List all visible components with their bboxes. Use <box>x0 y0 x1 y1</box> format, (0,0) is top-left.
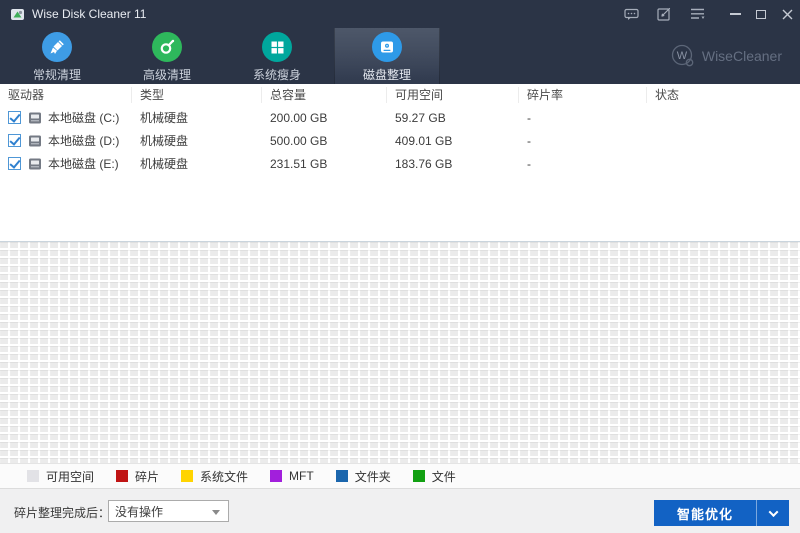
footer-bar: 碎片整理完成后： 没有操作 智能优化 <box>0 488 800 533</box>
defrag-block-map <box>0 241 800 463</box>
legend-item: 碎片 <box>116 468 159 485</box>
drive-table: 驱动器 类型 总容量 可用空间 碎片率 状态 本地磁盘 (C:) 机械硬盘 20… <box>0 84 800 241</box>
smart-optimize-dropdown[interactable] <box>756 500 789 526</box>
col-frag: 碎片率 <box>519 87 647 103</box>
col-status: 状态 <box>655 88 680 102</box>
titlebar-actions <box>623 0 800 28</box>
table-row[interactable]: 本地磁盘 (D:) 机械硬盘 500.00 GB 409.01 GB - <box>0 129 800 152</box>
minimize-button[interactable] <box>722 0 748 28</box>
smart-optimize-button[interactable]: 智能优化 <box>654 500 789 526</box>
legend-swatch <box>27 470 39 482</box>
window-title: Wise Disk Cleaner 11 <box>32 7 147 21</box>
tab-label: 磁盘整理 <box>362 68 411 82</box>
drive-total: 200.00 GB <box>270 110 328 125</box>
maximize-button[interactable] <box>748 0 774 28</box>
table-header: 驱动器 类型 总容量 可用空间 碎片率 状态 <box>0 84 800 106</box>
drive-name: 本地磁盘 (E:) <box>48 157 119 171</box>
disk-icon <box>372 32 402 62</box>
brand-name: WiseCleaner <box>701 48 782 64</box>
legend-item: 文件夹 <box>335 468 391 485</box>
col-type: 类型 <box>132 87 262 103</box>
smart-optimize-label: 智能优化 <box>676 506 733 522</box>
drive-frag: - <box>527 110 531 125</box>
col-free: 可用空间 <box>387 87 519 103</box>
legend-item: MFT <box>270 469 314 483</box>
hard-drive-icon <box>28 112 42 124</box>
legend-label: MFT <box>289 469 314 483</box>
legend-swatch <box>335 470 348 482</box>
legend-item: 可用空间 <box>27 468 94 485</box>
close-button[interactable] <box>774 0 800 28</box>
app-window: Wise Disk Cleaner 11 常规清理 高级清理 系统瘦身 磁盘整理… <box>0 0 800 533</box>
chevron-down-icon <box>768 506 778 517</box>
legend-label: 系统文件 <box>200 469 249 484</box>
titlebar: Wise Disk Cleaner 11 <box>0 0 800 28</box>
feedback-icon[interactable] <box>623 6 639 22</box>
after-defrag-value: 没有操作 <box>115 504 164 519</box>
drive-total: 231.51 GB <box>270 156 328 171</box>
register-icon[interactable] <box>656 6 672 22</box>
legend-bar: 可用空间 碎片 系统文件 MFT 文件夹 文件 <box>0 463 800 488</box>
table-row[interactable]: 本地磁盘 (E:) 机械硬盘 231.51 GB 183.76 GB - <box>0 152 800 175</box>
tab-advanced-clean[interactable]: 高级清理 <box>114 28 220 84</box>
app-icon <box>10 7 25 22</box>
table-row[interactable]: 本地磁盘 (C:) 机械硬盘 200.00 GB 59.27 GB - <box>0 106 800 129</box>
drive-type: 机械硬盘 <box>140 111 189 125</box>
drive-frag: - <box>527 156 531 171</box>
after-defrag-select[interactable]: 没有操作 <box>108 500 229 522</box>
chevron-down-icon <box>212 510 220 515</box>
drive-name: 本地磁盘 (D:) <box>48 134 120 148</box>
legend-label: 可用空间 <box>46 469 95 484</box>
hard-drive-icon <box>28 158 42 170</box>
toolbar: 常规清理 高级清理 系统瘦身 磁盘整理 W WiseCleaner <box>0 28 800 84</box>
broom-icon <box>42 32 72 62</box>
drive-total: 500.00 GB <box>270 133 328 148</box>
tab-label: 高级清理 <box>142 68 191 82</box>
tab-system-slim[interactable]: 系统瘦身 <box>224 28 330 84</box>
drive-type: 机械硬盘 <box>140 157 189 171</box>
legend-swatch <box>270 470 283 482</box>
svg-text:W: W <box>677 50 688 62</box>
tab-regular-clean[interactable]: 常规清理 <box>4 28 110 84</box>
drive-free: 183.76 GB <box>395 156 453 171</box>
legend-label: 文件夹 <box>354 469 391 484</box>
tab-label: 系统瘦身 <box>252 68 301 82</box>
drive-checkbox[interactable] <box>8 157 21 170</box>
drive-type: 机械硬盘 <box>140 134 189 148</box>
drive-checkbox[interactable] <box>8 134 21 147</box>
hard-drive-icon <box>28 135 42 147</box>
legend-item: 文件 <box>412 468 456 485</box>
after-defrag-label: 碎片整理完成后： <box>14 506 111 520</box>
drive-frag: - <box>527 133 531 148</box>
legend-swatch <box>116 470 129 482</box>
col-drive: 驱动器 <box>0 87 132 103</box>
drive-checkbox[interactable] <box>8 111 21 124</box>
drive-name: 本地磁盘 (C:) <box>48 111 120 125</box>
legend-swatch <box>181 470 194 482</box>
legend-swatch <box>412 470 425 482</box>
sweeper-icon <box>152 32 182 62</box>
menu-icon[interactable] <box>689 6 705 22</box>
tab-disk-defrag[interactable]: 磁盘整理 <box>334 28 440 84</box>
drive-free: 409.01 GB <box>395 133 453 148</box>
legend-label: 碎片 <box>135 469 160 484</box>
tab-label: 常规清理 <box>32 68 81 82</box>
col-total: 总容量 <box>262 87 387 103</box>
legend-item: 系统文件 <box>181 468 248 485</box>
drive-free: 59.27 GB <box>395 110 446 125</box>
windows-icon <box>262 32 292 62</box>
brand-logo: W WiseCleaner <box>670 28 782 84</box>
legend-label: 文件 <box>431 469 456 484</box>
